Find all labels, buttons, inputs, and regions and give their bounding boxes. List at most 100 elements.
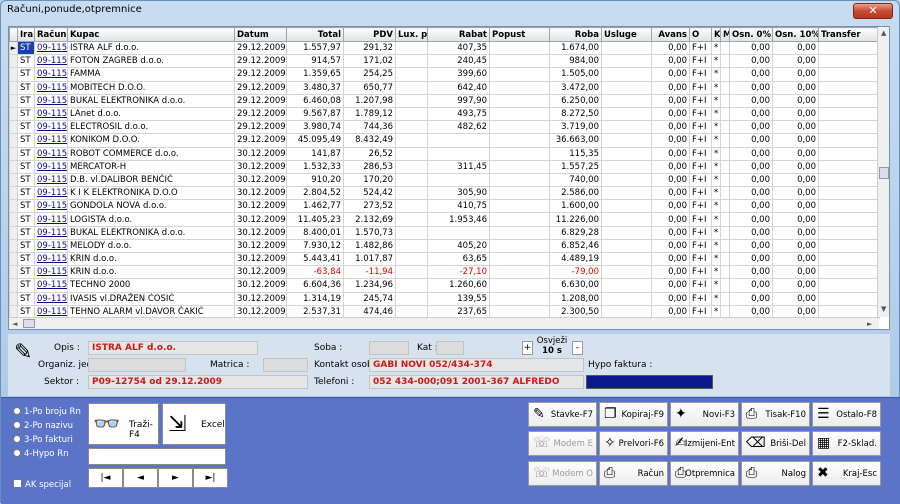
- table-row[interactable]: ST09-11541KRIN d.o.o.30.12.2009-63,84-11…: [9, 265, 880, 280]
- search-option-radio[interactable]: 2-Po nazivu: [13, 421, 73, 431]
- column-header-ra-un[interactable]: Račun: [34, 27, 68, 42]
- ostalo-f8-button[interactable]: ☰ Ostalo-F8: [812, 402, 881, 427]
- column-header-kupac[interactable]: Kupac: [67, 27, 235, 42]
- record-nav-button[interactable]: ►: [158, 468, 193, 488]
- ra-un-button[interactable]: ⎙ Račun: [599, 461, 668, 486]
- tisak-f10-button[interactable]: ⎙ Tisak-F10: [741, 402, 810, 427]
- novi-f3-button[interactable]: ✦ Novi-F3: [670, 402, 739, 427]
- row-pointer: [9, 212, 18, 227]
- horizontal-scrollbar[interactable]: ◄ ►: [9, 317, 879, 329]
- column-header-datum[interactable]: Datum: [234, 27, 287, 42]
- table-cell: 0,00: [772, 291, 819, 306]
- table-cell: 3.719,00: [549, 120, 602, 135]
- close-button[interactable]: ✕: [853, 3, 893, 19]
- kraj-esc-button[interactable]: ✖ Kraj-Esc: [812, 461, 881, 486]
- horizontal-scroll-thumb[interactable]: [23, 319, 35, 328]
- table-row[interactable]: ST09-11526FAMMA29.12.20091.359,65254,25 3…: [9, 67, 880, 82]
- table-cell: 30.12.2009: [234, 172, 287, 188]
- search-option-radio[interactable]: 3-Po fakturi: [13, 435, 73, 445]
- telefoni-field: 052 434-000;091 2001-367 ALFREDO: [369, 375, 584, 389]
- vertical-scrollbar[interactable]: ▲ ▼: [877, 27, 889, 317]
- table-row[interactable]: ST09-11539MELODY d.o.o.30.12.20097.930,1…: [9, 238, 880, 254]
- table-row[interactable]: ST09-11543IVASIS vl.DRAŽEN ĆOSIĆ30.12.20…: [9, 291, 880, 306]
- table-row[interactable]: ST09-11528BUKAL ELEKTRONIKA d.o.o.29.12.…: [9, 93, 880, 108]
- column-header-usluge[interactable]: Usluge: [601, 27, 652, 42]
- excel-button[interactable]: ⇲ Excel: [162, 403, 226, 445]
- table-row[interactable]: ST09-11536GONDOLA NOVA d.o.o.30.12.20091…: [9, 199, 880, 214]
- search-option-radio[interactable]: 4-Hypo Rn: [13, 449, 69, 459]
- table-cell: FOTON ZAGREB d.o.o.: [67, 54, 235, 69]
- scroll-right-icon[interactable]: ►: [867, 320, 872, 328]
- trazi-button[interactable]: 👓 Traži-F4: [88, 403, 159, 445]
- record-nav-button[interactable]: ►|: [193, 468, 228, 488]
- table-row[interactable]: ►ST09-11524ISTRA ALF d.o.o.29.12.20091.5…: [9, 40, 880, 56]
- table-row[interactable]: ST09-11540KRIN d.o.o.30.12.20095.443,411…: [9, 251, 880, 267]
- table-cell: 09-11532: [34, 146, 68, 161]
- record-nav-button[interactable]: ◄: [123, 468, 158, 488]
- table-cell: F+I: [689, 133, 712, 148]
- table-cell: 09-11538: [34, 225, 68, 240]
- table-row[interactable]: ST09-11533MERCATOR-H30.12.20091.532,3328…: [9, 159, 880, 174]
- table-row[interactable]: ST09-11529LAnet d.o.o.29.12.20099.567,87…: [9, 106, 880, 122]
- table-cell: 0,00: [772, 80, 819, 95]
- table-cell: 30.12.2009: [234, 251, 287, 267]
- izmijeni-ent-button[interactable]: ✍ Izmijeni-Ent: [670, 431, 739, 456]
- table-cell: 399,60: [427, 67, 490, 82]
- table-row[interactable]: ST09-11525FOTON ZAGREB d.o.o.29.12.20099…: [9, 54, 880, 69]
- modem-o-button[interactable]: ☏ Modem O: [528, 461, 597, 486]
- column-header-pdv[interactable]: PDV: [343, 27, 396, 42]
- f2-sklad-button[interactable]: ▦ F2-Sklad.: [812, 431, 881, 456]
- column-header-roba[interactable]: Roba: [549, 27, 602, 42]
- nalog-button[interactable]: ⎙ Nalog: [741, 461, 810, 486]
- table-cell: 30.12.2009: [234, 146, 287, 161]
- table-cell: -63,84: [286, 265, 344, 280]
- table-row[interactable]: ST09-11530ELECTROSIL d.o.o.29.12.20093.9…: [9, 120, 880, 135]
- column-header-o[interactable]: O: [689, 27, 712, 42]
- column-header-popust[interactable]: Popust: [489, 27, 550, 42]
- column-header-lux-pr[interactable]: Lux. pr.: [395, 27, 428, 42]
- table-row[interactable]: ST09-11542TECHNO 200030.12.20096.604,361…: [9, 278, 880, 293]
- row-pointer: [9, 120, 18, 135]
- table-cell: 0,00: [772, 186, 819, 201]
- table-cell: 0,00: [651, 172, 690, 188]
- table-row[interactable]: ST09-11534D.B. vl.DALIBOR BENČIĆ30.12.20…: [9, 172, 880, 188]
- prelvori-f6-button[interactable]: ✧ Prelvori-F6: [599, 431, 668, 456]
- table-cell: [395, 291, 428, 306]
- kopiraj-f9-button[interactable]: ❐ Kopiraj-F9: [599, 402, 668, 427]
- search-input[interactable]: [88, 448, 226, 465]
- column-header-m[interactable]: M: [720, 27, 730, 42]
- modem-e-button[interactable]: ☏ Modem E: [528, 431, 597, 456]
- column-header-ira[interactable]: Ira: [17, 27, 35, 42]
- table-cell: ST: [17, 225, 35, 240]
- table-cell: [601, 238, 652, 254]
- table-row[interactable]: ST09-11535K I K ELEKTRONIKA D.O.O30.12.2…: [9, 186, 880, 201]
- table-cell: 30.12.2009: [234, 186, 287, 201]
- refresh-plus-button[interactable]: +: [522, 341, 533, 355]
- table-cell: [601, 133, 652, 148]
- ak-specijal-checkbox[interactable]: AK specijal: [13, 479, 71, 490]
- column-header-transfer[interactable]: Transfer: [818, 27, 880, 42]
- search-option-radio[interactable]: 1-Po broju Rn: [13, 407, 81, 417]
- stavke-f7-button[interactable]: ✎ Stavke-F7: [528, 402, 597, 427]
- otpremnica-button[interactable]: ⎙ Otpremnica: [670, 461, 739, 486]
- table-row[interactable]: ST09-11538BUKAL ELEKTRONIKA d.o.o.30.12.…: [9, 225, 880, 240]
- bri-i-del-button[interactable]: ⌫ Briši-Del: [741, 431, 810, 456]
- scroll-left-icon[interactable]: ◄: [12, 320, 17, 328]
- record-nav-button[interactable]: |◄: [88, 468, 123, 488]
- column-header-total[interactable]: Total: [286, 27, 344, 42]
- refresh-minus-button[interactable]: -: [572, 341, 583, 355]
- table-row[interactable]: ST09-11527MOBITECH D.O.O.29.12.20093.480…: [9, 80, 880, 95]
- scroll-up-icon[interactable]: ▲: [881, 29, 886, 37]
- table-row[interactable]: ST09-11537LOGISTA d.o.o.30.12.200911.405…: [9, 212, 880, 227]
- column-header-k[interactable]: K: [711, 27, 721, 42]
- table-row[interactable]: ST09-11531KONIKOM D.O.O.29.12.200945.095…: [9, 133, 880, 148]
- vertical-scroll-thumb[interactable]: [879, 167, 889, 179]
- table-cell: [427, 225, 490, 240]
- column-header-osn-0[interactable]: Osn. 0%: [729, 27, 773, 42]
- column-header-avans[interactable]: Avans: [651, 27, 690, 42]
- scroll-down-icon[interactable]: ▼: [881, 305, 886, 313]
- table-row[interactable]: ST09-11532ROBOT COMMERCE d.o.o.30.12.200…: [9, 146, 880, 161]
- table-cell: [720, 172, 730, 188]
- column-header-rabat[interactable]: Rabat: [427, 27, 490, 42]
- column-header-osn-10[interactable]: Osn. 10%: [772, 27, 819, 42]
